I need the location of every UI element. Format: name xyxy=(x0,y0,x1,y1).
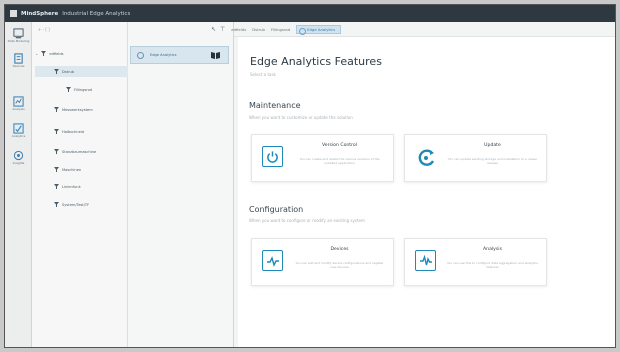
tree-node[interactable]: Dstrub xyxy=(35,66,128,77)
rail-item-analytics[interactable]: Analytics xyxy=(7,121,30,142)
tree-node[interactable]: Halbschneid xyxy=(54,126,84,137)
app-title: Industrial Edge Analytics xyxy=(62,10,131,17)
filter-icon xyxy=(66,87,71,92)
update-icon xyxy=(417,146,437,168)
card-title: Update xyxy=(484,143,501,148)
card-desc: You can add and modify device configurat… xyxy=(295,261,384,269)
pointer-icon[interactable]: ↖ xyxy=(211,26,216,33)
breadcrumb: ↖ ⊤ edfields Dstrub Fillingsrod Edge Ana… xyxy=(211,22,615,37)
feature-list-item[interactable]: Edge Analytics xyxy=(130,46,229,64)
filter-icon xyxy=(54,184,59,189)
filter-icon[interactable]: ⊤ xyxy=(220,26,225,33)
tree-node[interactable]: Maschinen xyxy=(54,164,81,175)
power-icon xyxy=(262,146,283,167)
filter-icon xyxy=(54,107,59,112)
rail-item-devices[interactable]: Devices xyxy=(7,51,30,72)
breadcrumb-item[interactable]: Fillingsrod xyxy=(271,27,290,32)
tree-panel: + - [ ] ⌄ edfields Dstrub Fillingsrod Me… xyxy=(32,22,128,347)
tree-node[interactable]: Fillingsrod xyxy=(66,84,92,95)
page-subtitle: Select a task xyxy=(250,72,276,77)
devices-card[interactable]: Devices You can add and modify device co… xyxy=(251,238,394,286)
brand-name: MindSphere xyxy=(21,10,59,17)
version-control-card[interactable]: Version Control You can create and delet… xyxy=(251,134,394,182)
section-title-maintenance: Maintenance xyxy=(249,101,301,110)
section-desc-configuration: When you want to configure or modify an … xyxy=(249,218,365,223)
card-desc: You can use this to configure data aggre… xyxy=(447,261,538,269)
rail-item-analysis[interactable]: Analysis xyxy=(7,94,30,115)
rail-item-insights[interactable]: Insights xyxy=(7,148,30,169)
filter-icon xyxy=(54,69,59,74)
filter-icon xyxy=(54,202,59,207)
card-title: Version Control xyxy=(322,143,357,148)
main-content: Edge Analytics Features Select a task Ma… xyxy=(238,37,615,347)
insight-icon xyxy=(13,150,24,161)
device-pulse-icon xyxy=(262,250,283,271)
tree-toolbar[interactable]: + - [ ] xyxy=(32,22,127,36)
database-icon xyxy=(13,28,24,39)
app-window: MindSphere Industrial Edge Analytics Dat… xyxy=(4,4,616,348)
book-icon xyxy=(211,52,220,59)
title-bar: MindSphere Industrial Edge Analytics xyxy=(5,5,615,22)
icon-rail: Data Modeling Devices Analysis Analytics… xyxy=(5,22,32,347)
waveform-icon xyxy=(415,250,436,271)
tree-node[interactable]: Messwerksystem xyxy=(54,104,93,115)
collapse-icon: ⌄ xyxy=(35,51,39,56)
page-title: Edge Analytics Features xyxy=(250,55,382,68)
card-desc: You can create and delete the various ve… xyxy=(299,157,380,165)
breadcrumb-item[interactable]: Dstrub xyxy=(252,27,265,32)
filter-icon xyxy=(54,129,59,134)
filter-icon xyxy=(41,51,47,56)
filter-icon xyxy=(54,167,59,172)
chart-icon xyxy=(13,96,24,107)
toolbar-icons: ↖ ⊤ xyxy=(211,26,225,33)
card-title: Analysis xyxy=(483,247,502,252)
tree-node[interactable]: System/Test/TF xyxy=(54,199,89,210)
filter-icon xyxy=(54,149,59,154)
card-desc: You can update existing storage and inst… xyxy=(447,157,538,165)
device-icon xyxy=(14,53,23,64)
breadcrumb-item[interactable]: edfields xyxy=(231,27,246,32)
analysis-card[interactable]: Analysis You can use this to configure d… xyxy=(404,238,547,286)
tree-node[interactable]: Linienfunk xyxy=(54,181,81,192)
rail-item-data-modeling[interactable]: Data Modeling xyxy=(7,26,30,47)
update-card[interactable]: Update You can update existing storage a… xyxy=(404,134,547,182)
section-title-configuration: Configuration xyxy=(249,205,304,214)
section-desc-maintenance: When you want to customize or update the… xyxy=(249,115,353,120)
analytics-icon xyxy=(13,123,24,134)
feature-list-panel: Edge Analytics xyxy=(128,22,234,347)
breadcrumb-active[interactable]: Edge Analytics xyxy=(296,24,342,35)
card-title: Devices xyxy=(330,247,349,252)
tree-node[interactable]: Stanzbaumaschine xyxy=(54,146,96,157)
app-logo-icon xyxy=(10,10,17,17)
tree-node[interactable]: ⌄ edfields xyxy=(35,48,127,59)
circle-icon xyxy=(137,51,144,59)
